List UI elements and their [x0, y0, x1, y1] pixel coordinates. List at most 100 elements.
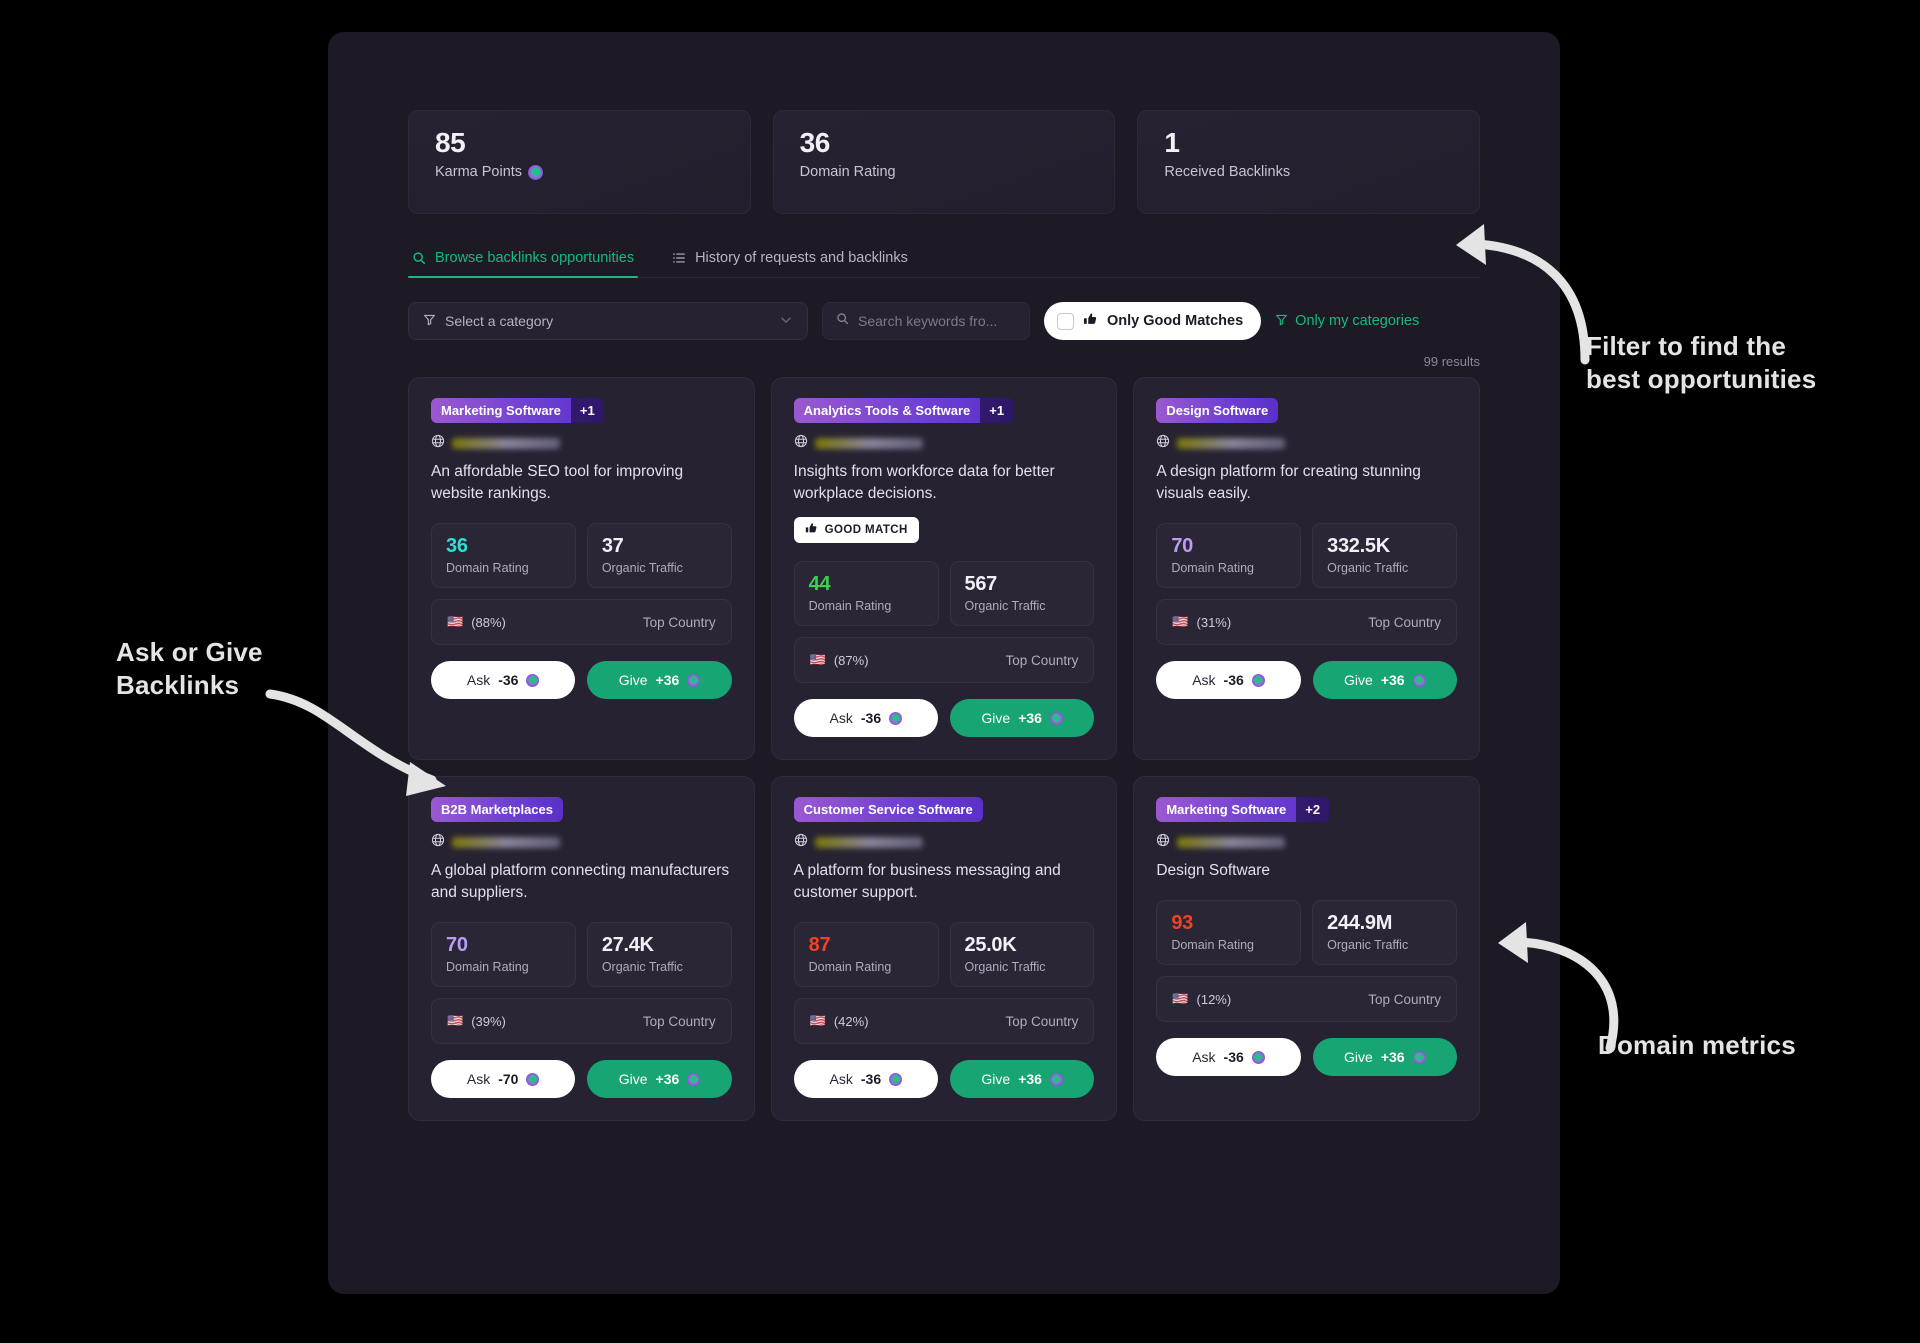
domain-rating-label: Domain Rating [446, 561, 529, 575]
stat-card-domain-rating: 36 Domain Rating [772, 110, 1116, 214]
domain-row [1156, 833, 1457, 852]
domain-name-blurred [1177, 837, 1286, 848]
stat-label-text: Domain Rating [799, 164, 896, 181]
domain-name-blurred [1177, 438, 1286, 449]
search-input[interactable] [858, 313, 1016, 329]
globe-icon [794, 434, 808, 453]
give-button[interactable]: Give +36 [950, 699, 1095, 737]
ask-button[interactable]: Ask -36 [1156, 1038, 1301, 1076]
list-icon [672, 251, 686, 265]
card-description: A global platform connecting manufacture… [431, 862, 730, 901]
metric-domain-rating: 44 Domain Rating [793, 561, 939, 626]
ask-label: Ask [829, 710, 853, 726]
category-badge-label: Marketing Software [441, 403, 561, 418]
tab-label: History of requests and backlinks [695, 250, 908, 266]
chevron-down-icon [779, 313, 793, 330]
domain-rating-value: 70 [1171, 535, 1193, 557]
opportunity-card[interactable]: Customer Service Software A platform for… [770, 776, 1118, 1121]
karma-points-icon [526, 1072, 540, 1086]
ask-button[interactable]: Ask -36 [1156, 661, 1301, 699]
tab-history-of-requests-and-backlinks[interactable]: History of requests and backlinks [668, 250, 912, 277]
ask-button[interactable]: Ask -70 [431, 1060, 576, 1098]
ask-button[interactable]: Ask -36 [793, 699, 938, 737]
opportunity-card[interactable]: Analytics Tools & Software +1 Insights f… [770, 377, 1118, 760]
annotation-line-1: Domain metrics [1598, 1030, 1796, 1060]
metrics-row: 36 Domain Rating 37 Organic Traffic [431, 523, 732, 588]
keyword-search-box[interactable] [822, 302, 1030, 340]
metric-domain-rating: 87 Domain Rating [793, 922, 939, 987]
domain-name-blurred [814, 837, 923, 848]
thumbs-up-icon [1083, 312, 1098, 331]
metric-organic-traffic: 567 Organic Traffic [949, 561, 1095, 626]
good-match-label: GOOD MATCH [824, 524, 908, 536]
karma-points-icon [889, 1072, 903, 1086]
stat-value: 1 [1164, 127, 1180, 158]
tab-browse-backlinks-opportunities[interactable]: Browse backlinks opportunities [408, 250, 639, 278]
top-country-label: Top Country [1005, 652, 1079, 668]
give-amount: +36 [1018, 710, 1042, 726]
domain-rating-value: 44 [808, 573, 831, 595]
give-amount: +36 [1380, 672, 1405, 688]
domain-rating-value: 70 [446, 934, 468, 956]
country-percentage: (42%) [833, 1013, 869, 1029]
category-badge-wrap: Design Software [1156, 398, 1457, 423]
give-label: Give [1344, 672, 1373, 688]
opportunity-card[interactable]: Design Software A design platform for cr… [1133, 377, 1480, 760]
search-icon [412, 251, 426, 265]
category-select[interactable]: Select a category [408, 302, 808, 340]
category-badge-extra-count: +1 [570, 398, 604, 423]
organic-traffic-value: 244.9M [1327, 912, 1393, 934]
category-badge[interactable]: Marketing Software +2 [1156, 797, 1330, 822]
metric-domain-rating: 70 Domain Rating [431, 922, 576, 987]
category-badge[interactable]: Analytics Tools & Software +1 [793, 398, 1014, 423]
category-badge-wrap: Analytics Tools & Software +1 [793, 398, 1095, 423]
tab-bar: Browse backlinks opportunities History o… [408, 250, 1480, 278]
metric-domain-rating: 93 Domain Rating [1156, 900, 1302, 965]
metric-organic-traffic: 332.5K Organic Traffic [1312, 523, 1457, 588]
opportunity-card[interactable]: Marketing Software +2 Design Software 93… [1133, 776, 1480, 1121]
ask-amount: -36 [1223, 1049, 1244, 1065]
ask-label: Ask [1192, 672, 1216, 688]
globe-icon [431, 833, 445, 852]
domain-rating-label: Domain Rating [1171, 561, 1255, 575]
ask-label: Ask [466, 1071, 491, 1087]
domain-rating-value: 93 [1171, 912, 1193, 934]
card-description: A design platform for creating stunning … [1156, 463, 1421, 502]
domain-row [794, 434, 1095, 453]
category-badge[interactable]: B2B Marketplaces [431, 797, 563, 822]
give-button[interactable]: Give +36 [1312, 1038, 1457, 1076]
top-country-label: Top Country [642, 1013, 716, 1029]
top-country-label: Top Country [1368, 614, 1441, 630]
metrics-row: 70 Domain Rating 332.5K Organic Traffic [1156, 523, 1457, 588]
top-country-row: 🇺🇸 (31%) Top Country [1156, 599, 1457, 645]
domain-rating-label: Domain Rating [808, 599, 892, 613]
give-button[interactable]: Give +36 [950, 1060, 1095, 1098]
only-my-categories-link[interactable]: Only my categories [1275, 313, 1419, 330]
stat-card-karma-points: 85 Karma Points [408, 110, 751, 214]
give-button[interactable]: Give +36 [587, 661, 732, 699]
only-good-matches-toggle[interactable]: Only Good Matches [1044, 302, 1262, 340]
card-description: Design Software [1156, 862, 1271, 879]
give-label: Give [618, 1071, 648, 1087]
metrics-row: 70 Domain Rating 27.4K Organic Traffic [431, 922, 732, 987]
opportunity-card[interactable]: Marketing Software +1 An affordable SEO … [408, 377, 755, 760]
category-badge[interactable]: Design Software [1156, 398, 1279, 423]
only-good-matches-checkbox[interactable] [1057, 312, 1074, 330]
ask-button[interactable]: Ask -36 [431, 661, 576, 699]
filter-icon [1275, 313, 1288, 330]
category-badge[interactable]: Customer Service Software [793, 797, 983, 822]
category-badge[interactable]: Marketing Software +1 [431, 398, 604, 423]
ask-button[interactable]: Ask -36 [793, 1060, 938, 1098]
give-button[interactable]: Give +36 [1312, 661, 1457, 699]
country-percentage: (39%) [471, 1013, 506, 1029]
tab-label: Browse backlinks opportunities [435, 250, 635, 266]
country-flag-icon: 🇺🇸 [447, 1013, 464, 1028]
domain-row [431, 833, 732, 852]
give-button[interactable]: Give +36 [587, 1060, 732, 1098]
card-description: An affordable SEO tool for improving web… [431, 463, 684, 502]
top-country-label: Top Country [1005, 1013, 1079, 1029]
metric-organic-traffic: 25.0K Organic Traffic [949, 922, 1095, 987]
opportunity-card[interactable]: B2B Marketplaces A global platform conne… [408, 776, 755, 1121]
organic-traffic-label: Organic Traffic [964, 960, 1046, 974]
category-badge-wrap: Customer Service Software [793, 797, 1095, 822]
